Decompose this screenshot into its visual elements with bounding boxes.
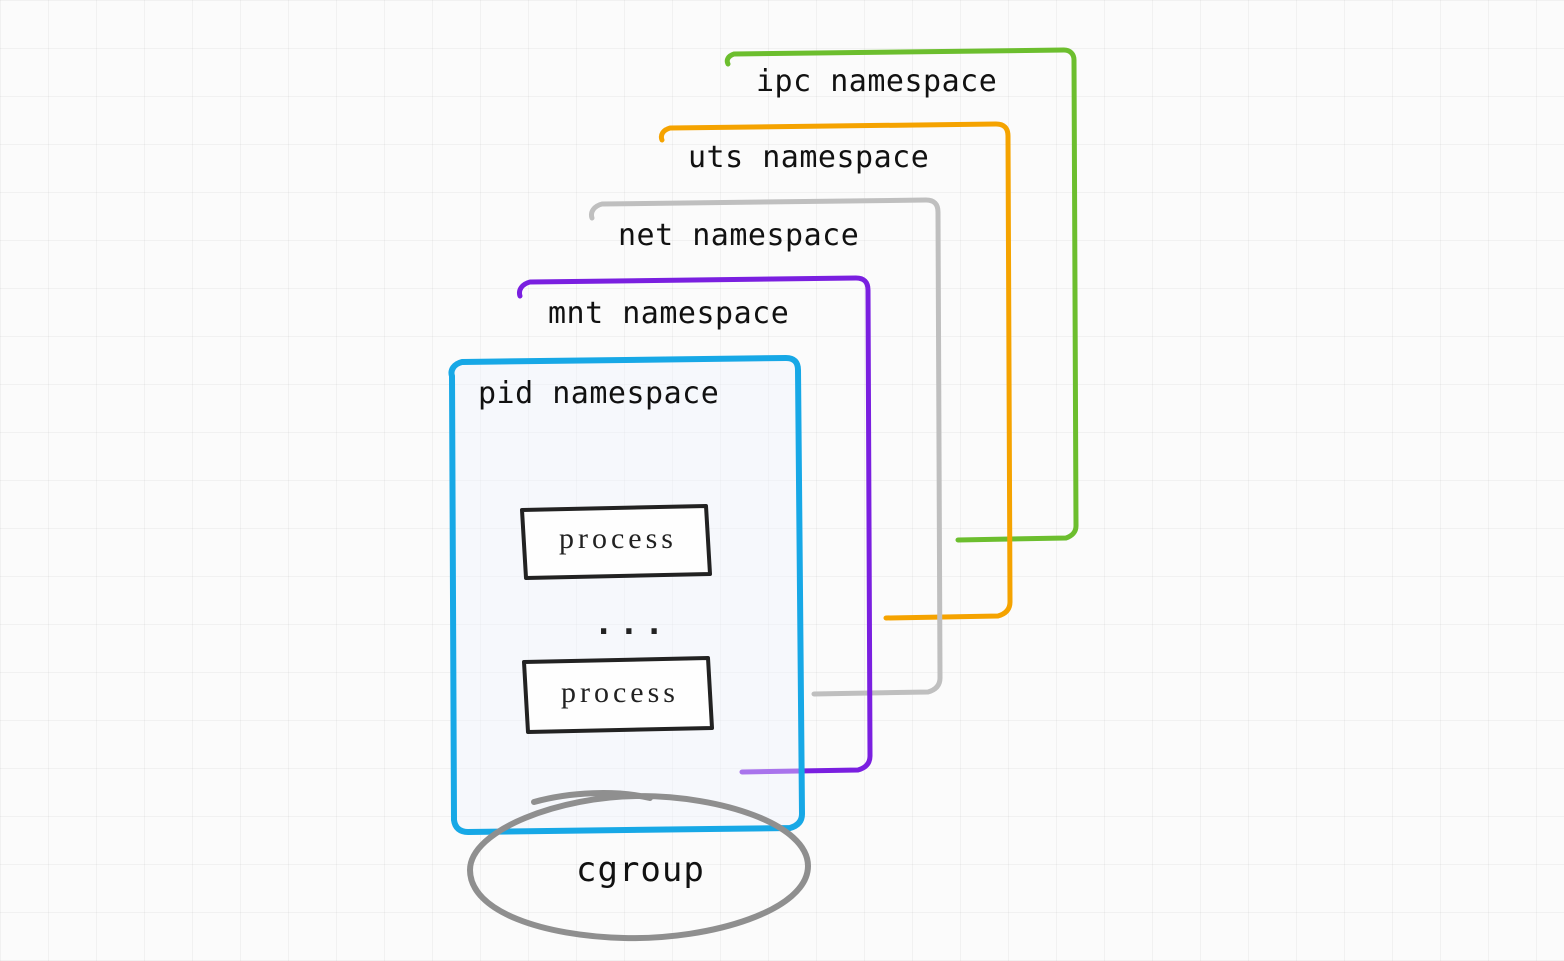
mnt-namespace-label: mnt namespace (548, 296, 789, 331)
process-ellipsis: ... (594, 604, 670, 642)
process-bottom-label: process (550, 676, 690, 710)
pid-namespace-border (451, 358, 802, 832)
ipc-namespace-label: ipc namespace (756, 64, 997, 99)
cgroup-label: cgroup (576, 850, 705, 890)
net-namespace-label: net namespace (618, 218, 859, 253)
diagram-stage: ipc namespace uts namespace net namespac… (0, 0, 1564, 961)
pid-namespace-label: pid namespace (478, 376, 719, 411)
uts-namespace-label: uts namespace (688, 140, 929, 175)
process-top-label: process (548, 522, 688, 556)
